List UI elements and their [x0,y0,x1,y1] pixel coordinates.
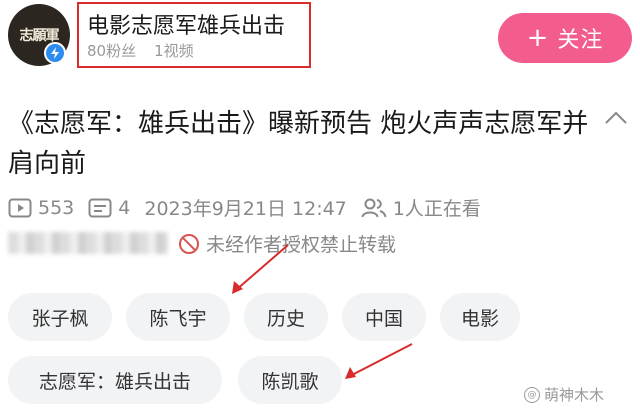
watermark: @ 萌神木木 [524,384,604,405]
annotation-arrows [232,244,413,379]
watermark-text: 萌神木木 [544,386,605,404]
video-detail-page: 志願軍 电影志愿军雄兵出击 80粉丝 1视频 + 关注 《志愿军：雄兵出击》曝新预… [0,0,640,416]
watermark-icon: @ [524,386,540,403]
